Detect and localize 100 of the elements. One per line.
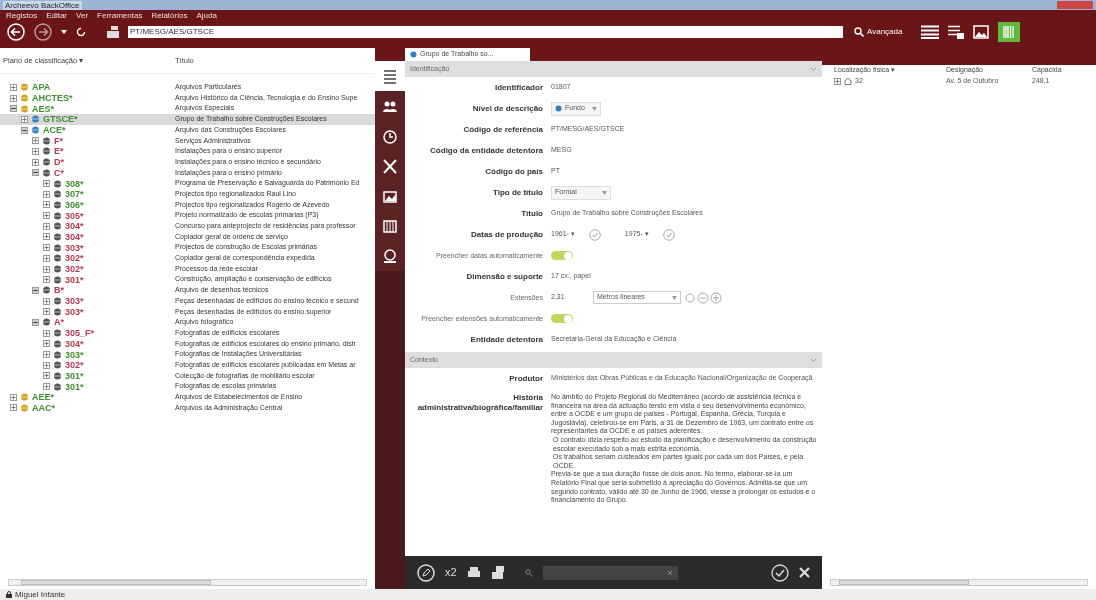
node-icon bbox=[53, 297, 62, 306]
expand-icon[interactable] bbox=[43, 244, 50, 252]
back-icon[interactable] bbox=[7, 23, 25, 41]
node-code: AES* bbox=[32, 103, 54, 114]
horizontal-scrollbar[interactable] bbox=[8, 579, 367, 586]
node-icon bbox=[42, 158, 51, 167]
node-code: AEE* bbox=[32, 392, 54, 403]
expand-icon[interactable] bbox=[43, 372, 50, 380]
collapse-icon[interactable] bbox=[32, 318, 39, 326]
address-field[interactable]: PT/MESG/AES/GTSCE bbox=[128, 26, 843, 38]
menu-item[interactable]: Editar bbox=[46, 9, 68, 22]
copies-count: x2 bbox=[445, 565, 457, 581]
expand-icon[interactable] bbox=[43, 180, 50, 188]
house-icon bbox=[844, 77, 852, 85]
expand-icon[interactable] bbox=[43, 201, 50, 209]
details-icon[interactable] bbox=[948, 25, 965, 39]
expand-icon[interactable] bbox=[32, 158, 39, 166]
field-label: História administrativa/biográfica/familiar bbox=[416, 393, 543, 413]
expand-icon[interactable] bbox=[10, 404, 17, 412]
confirm-icon[interactable] bbox=[771, 563, 789, 582]
node-code: E* bbox=[54, 146, 64, 157]
collapse-icon[interactable] bbox=[32, 286, 39, 294]
expand-icon[interactable] bbox=[10, 393, 17, 401]
expand-icon[interactable] bbox=[43, 329, 50, 337]
expand-icon[interactable] bbox=[32, 147, 39, 155]
node-code: AHCTES* bbox=[32, 93, 73, 104]
horizontal-scrollbar[interactable] bbox=[830, 579, 1088, 586]
printer-icon[interactable] bbox=[466, 566, 481, 579]
node-code: 307* bbox=[65, 189, 84, 200]
barcode-button[interactable] bbox=[998, 22, 1021, 42]
list-icon[interactable] bbox=[921, 25, 940, 39]
node-icon bbox=[53, 361, 62, 370]
chevron-down-icon bbox=[810, 357, 817, 363]
caret-icon bbox=[592, 106, 597, 111]
expand-icon[interactable] bbox=[10, 94, 17, 102]
expand-icon[interactable] bbox=[43, 254, 50, 262]
expand-icon[interactable] bbox=[43, 351, 50, 359]
search-icon bbox=[524, 568, 533, 577]
expand-icon[interactable] bbox=[43, 276, 50, 284]
clear-icon[interactable] bbox=[666, 569, 673, 576]
field-label: Datas de produção bbox=[470, 229, 543, 240]
advanced-link[interactable]: Avançada bbox=[867, 26, 903, 38]
node-icon bbox=[20, 403, 29, 412]
node-icon bbox=[53, 329, 62, 338]
barcode-icon bbox=[1003, 26, 1016, 38]
printer-icon[interactable] bbox=[490, 565, 505, 580]
menu-item[interactable]: Relatórios bbox=[151, 9, 188, 22]
node-code: 302* bbox=[65, 264, 84, 275]
search-icon[interactable] bbox=[854, 27, 864, 37]
check-icon[interactable] bbox=[588, 228, 601, 241]
caret-icon[interactable] bbox=[61, 30, 67, 34]
expand-icon[interactable] bbox=[43, 361, 50, 369]
expand-icon[interactable] bbox=[43, 265, 50, 273]
expand-icon[interactable] bbox=[21, 115, 28, 123]
expand-icon[interactable] bbox=[43, 297, 50, 305]
node-icon bbox=[53, 200, 62, 209]
node-icon bbox=[31, 126, 40, 135]
collapse-icon[interactable] bbox=[10, 105, 17, 113]
node-icon bbox=[53, 243, 62, 252]
side-tab[interactable] bbox=[375, 91, 405, 121]
collapse-icon[interactable] bbox=[32, 169, 39, 177]
expand-icon[interactable] bbox=[32, 137, 39, 145]
field-label: Produtor bbox=[508, 373, 543, 384]
node-code: 302* bbox=[65, 360, 84, 371]
expand-icon[interactable] bbox=[43, 233, 50, 241]
search-field[interactable] bbox=[542, 565, 678, 580]
lock-icon bbox=[6, 591, 12, 598]
expand-icon[interactable] bbox=[43, 308, 50, 316]
node-icon bbox=[53, 190, 62, 199]
menu-item[interactable]: Ajuda bbox=[196, 9, 217, 22]
node-icon bbox=[42, 168, 51, 177]
side-tab[interactable] bbox=[375, 241, 405, 271]
refresh-icon[interactable] bbox=[76, 27, 86, 37]
expand-icon[interactable] bbox=[43, 340, 50, 348]
image-icon[interactable] bbox=[973, 25, 990, 39]
node-code: 303* bbox=[65, 296, 84, 307]
menu-item[interactable]: Registos bbox=[6, 9, 38, 22]
expand-icon[interactable] bbox=[10, 83, 17, 91]
window-title: Archeevo BackOffice bbox=[3, 0, 82, 10]
caret-icon bbox=[602, 190, 607, 195]
field-label: Dimensão e suporte bbox=[465, 271, 543, 282]
expand-icon[interactable] bbox=[43, 212, 50, 220]
edit-icon[interactable] bbox=[417, 563, 435, 582]
expand-icon[interactable] bbox=[834, 77, 841, 85]
node-code: 301* bbox=[65, 381, 84, 392]
expand-icon[interactable] bbox=[43, 383, 50, 391]
toggle-switch[interactable] bbox=[551, 314, 573, 323]
menu-item[interactable]: Ver bbox=[76, 9, 89, 22]
toggle-switch[interactable] bbox=[551, 251, 573, 260]
node-icon bbox=[20, 104, 29, 113]
expand-icon[interactable] bbox=[43, 190, 50, 198]
check-icon[interactable] bbox=[662, 228, 675, 241]
node-code: GTSCE* bbox=[43, 114, 78, 125]
collapse-icon[interactable] bbox=[21, 126, 28, 134]
menu-item[interactable]: Ferramentas bbox=[97, 9, 143, 22]
close-icon[interactable] bbox=[799, 567, 810, 578]
node-code: 304* bbox=[65, 221, 84, 232]
node-icon bbox=[20, 393, 29, 402]
node-code: ACE* bbox=[43, 125, 66, 136]
expand-icon[interactable] bbox=[43, 222, 50, 230]
